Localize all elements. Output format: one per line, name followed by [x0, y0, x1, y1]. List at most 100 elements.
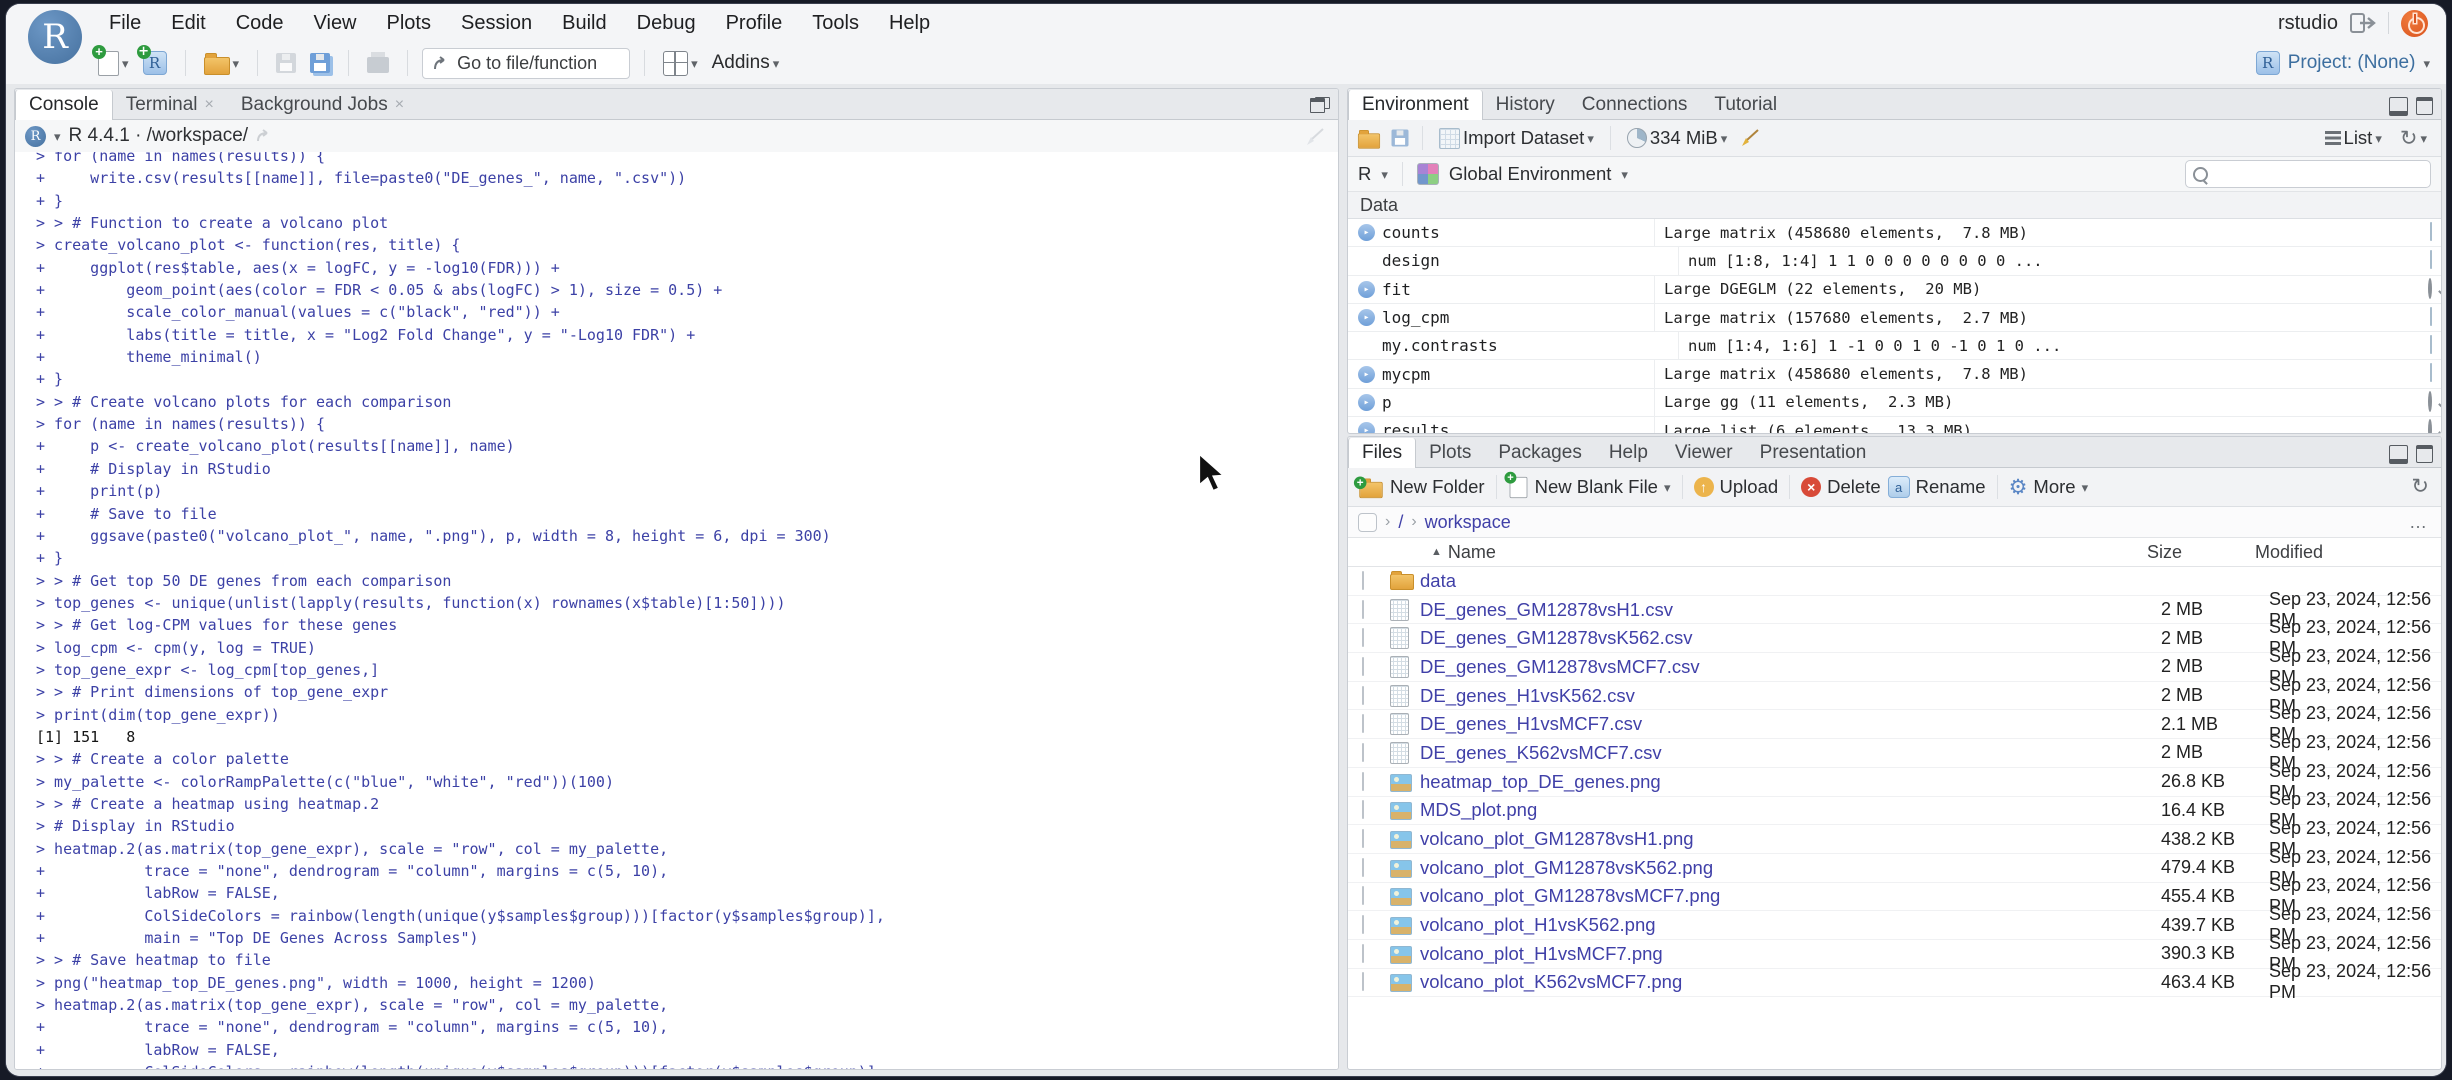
file-name-link[interactable]: volcano_plot_GM12878vsH1.png — [1420, 828, 2161, 850]
print-button[interactable] — [363, 50, 393, 76]
project-selector[interactable]: R Project: (None) ▾ — [2255, 51, 2430, 75]
clear-console-broom-icon[interactable] — [1304, 127, 1326, 147]
file-checkbox[interactable] — [1362, 829, 1364, 849]
rename-button[interactable]: a Rename — [1887, 476, 1986, 498]
environment-tab[interactable]: Tutorial — [1701, 90, 1791, 119]
files-tab[interactable]: Presentation — [1747, 438, 1881, 467]
environment-object-row[interactable]: ▸ mycpm Large matrix (458680 elements, 7… — [1348, 360, 2441, 389]
menu-item[interactable]: Code — [221, 4, 299, 42]
files-tab[interactable]: Help — [1596, 438, 1662, 467]
new-project-button[interactable]: R — [136, 45, 171, 78]
environment-object-row[interactable]: ▸ my.contrasts num [1:4, 1:6] 1 -1 0 0 1… — [1348, 332, 2441, 361]
file-checkbox[interactable] — [1362, 886, 1364, 906]
file-checkbox[interactable] — [1362, 972, 1364, 992]
object-action-button[interactable] — [2430, 306, 2432, 326]
global-environment-selector[interactable]: Global Environment — [1449, 163, 1611, 185]
maximize-icon[interactable] — [2416, 445, 2433, 463]
breadcrumb-folder[interactable]: workspace — [1425, 512, 1511, 533]
list-view-button[interactable]: List ▾ — [2321, 124, 2386, 152]
menu-item[interactable]: Plots — [372, 4, 446, 42]
file-checkbox[interactable] — [1362, 570, 1364, 590]
close-icon[interactable]: × — [205, 96, 214, 113]
column-header-modified[interactable]: Modified — [2255, 542, 2441, 563]
maximize-icon[interactable] — [2416, 97, 2433, 115]
file-name-link[interactable]: MDS_plot.png — [1420, 799, 2161, 821]
environment-object-row[interactable]: ▸ design num [1:8, 1:4] 1 1 0 0 0 0 0 0 … — [1348, 247, 2441, 276]
expand-arrow-icon[interactable]: ▸ — [1358, 393, 1375, 411]
file-name-link[interactable]: DE_genes_GM12878vsK562.csv — [1420, 627, 2161, 649]
expand-arrow-icon[interactable]: ▸ — [1358, 280, 1375, 298]
minimize-icon[interactable] — [2389, 97, 2408, 116]
minimize-icon[interactable] — [2389, 445, 2408, 464]
console-tab[interactable]: Terminal × — [113, 90, 228, 119]
pane-layout-button[interactable]: ▾ — [659, 48, 702, 79]
breadcrumb-root[interactable]: / — [1398, 512, 1403, 533]
chevron-down-icon[interactable]: ▾ — [1381, 168, 1388, 181]
files-tab[interactable]: Plots — [1416, 438, 1485, 467]
object-action-button[interactable] — [2430, 335, 2432, 355]
environment-object-row[interactable]: ▸ p Large gg (11 elements, 2.3 MB) — [1348, 388, 2441, 418]
memory-usage-button[interactable]: 334 MiB ▾ — [1623, 124, 1731, 152]
file-name-link[interactable]: volcano_plot_GM12878vsMCF7.png — [1420, 885, 2161, 907]
column-header-name[interactable]: ▲ Name — [1348, 542, 2147, 563]
column-header-size[interactable]: Size — [2147, 542, 2255, 563]
file-checkbox[interactable] — [1362, 714, 1364, 734]
new-blank-file-button[interactable]: New Blank File ▾ — [1504, 471, 1671, 500]
file-checkbox[interactable] — [1362, 656, 1364, 676]
maximize-icon[interactable] — [1310, 97, 1330, 113]
object-action-button[interactable] — [2430, 250, 2432, 270]
save-all-button[interactable] — [306, 50, 334, 76]
open-directory-icon[interactable] — [256, 129, 272, 143]
menu-item[interactable]: File — [94, 4, 156, 42]
console-tab[interactable]: Background Jobs × — [228, 90, 418, 119]
expand-arrow-icon[interactable]: ▸ — [1358, 309, 1375, 327]
object-action-button[interactable] — [2428, 277, 2432, 299]
expand-arrow-icon[interactable]: ▸ — [1358, 365, 1375, 383]
file-checkbox[interactable] — [1362, 800, 1364, 820]
file-checkbox[interactable] — [1362, 915, 1364, 935]
file-name-link[interactable]: volcano_plot_K562vsMCF7.png — [1420, 971, 2161, 993]
delete-button[interactable]: × Delete — [1801, 476, 1881, 498]
environment-object-row[interactable]: ▸ results Large list (6 elements, 13.3 M… — [1348, 417, 2441, 433]
object-action-button[interactable] — [2428, 419, 2432, 433]
new-folder-button[interactable]: New Folder — [1353, 475, 1485, 499]
sign-out-icon[interactable] — [2350, 13, 2376, 33]
close-icon[interactable]: × — [395, 96, 404, 113]
file-name-link[interactable]: DE_genes_K562vsMCF7.csv — [1420, 742, 2161, 764]
chevron-down-icon[interactable]: ▾ — [1621, 168, 1628, 181]
file-name-link[interactable]: data — [1420, 570, 2161, 592]
expand-arrow-icon[interactable]: ▸ — [1358, 224, 1375, 242]
files-tab[interactable]: Packages — [1485, 438, 1595, 467]
file-name-link[interactable]: volcano_plot_H1vsMCF7.png — [1420, 943, 2161, 965]
file-name-link[interactable]: DE_genes_GM12878vsMCF7.csv — [1420, 656, 2161, 678]
console-output[interactable]: > for (name in names(results)) {+ write.… — [15, 152, 1338, 1069]
save-workspace-icon[interactable] — [1391, 129, 1409, 147]
menu-item[interactable]: Debug — [622, 4, 711, 42]
files-refresh-button[interactable]: ↻ — [2411, 476, 2429, 498]
file-name-link[interactable]: DE_genes_GM12878vsH1.csv — [1420, 599, 2161, 621]
file-checkbox[interactable] — [1362, 599, 1364, 619]
save-button[interactable] — [272, 50, 300, 76]
load-workspace-icon[interactable] — [1357, 129, 1381, 149]
new-file-button[interactable]: ▾ — [92, 44, 133, 79]
files-tab[interactable]: Files — [1348, 438, 1417, 468]
environment-tab[interactable]: History — [1483, 90, 1569, 119]
select-all-checkbox[interactable] — [1358, 512, 1377, 532]
object-action-button[interactable] — [2430, 363, 2432, 383]
more-button[interactable]: ⚙ More ▾ — [2009, 476, 2089, 498]
file-name-link[interactable]: DE_genes_H1vsMCF7.csv — [1420, 713, 2161, 735]
environment-tab[interactable]: Connections — [1569, 90, 1702, 119]
file-row[interactable]: volcano_plot_K562vsMCF7.png 463.4 KB Sep… — [1348, 961, 2441, 1002]
menu-item[interactable]: Build — [547, 4, 621, 42]
menu-item[interactable]: Tools — [797, 4, 874, 42]
file-name-link[interactable]: DE_genes_H1vsK562.csv — [1420, 685, 2161, 707]
menu-item[interactable]: View — [299, 4, 372, 42]
path-more-icon[interactable]: … — [2409, 512, 2429, 533]
environment-object-row[interactable]: ▸ fit Large DGEGLM (22 elements, 20 MB) — [1348, 275, 2441, 304]
file-checkbox[interactable] — [1362, 943, 1364, 963]
menu-item[interactable]: Edit — [156, 4, 220, 42]
file-checkbox[interactable] — [1362, 771, 1364, 791]
import-dataset-button[interactable]: Import Dataset ▾ — [1435, 124, 1598, 152]
environment-search-input[interactable] — [2185, 160, 2431, 188]
file-checkbox[interactable] — [1362, 628, 1364, 648]
